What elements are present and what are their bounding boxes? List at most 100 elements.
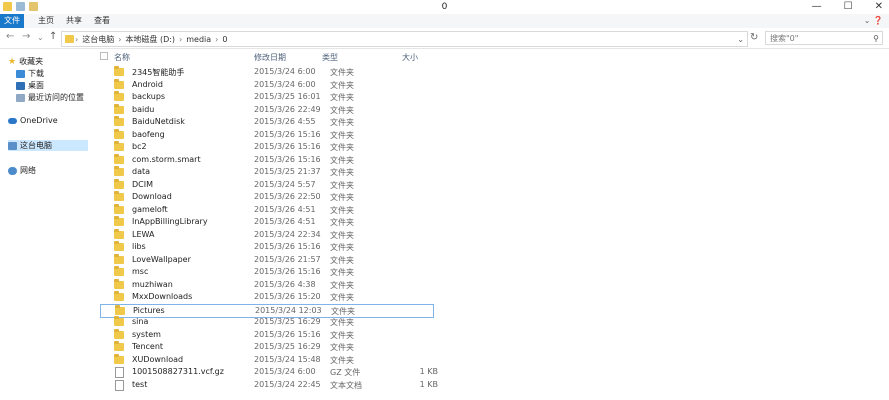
breadcrumb-media[interactable]: media <box>186 35 211 44</box>
file-name: libs <box>132 242 146 251</box>
file-row[interactable]: libs 2015/3/26 15:16 文件夹 <box>100 241 434 253</box>
file-name: LoveWallpaper <box>132 254 191 264</box>
back-button[interactable]: ← <box>6 31 14 42</box>
search-input[interactable]: 搜索"0" ⚲ <box>765 31 883 45</box>
folder-icon <box>114 153 124 164</box>
file-row[interactable]: Download 2015/3/26 22:50 文件夹 <box>100 191 434 203</box>
sidebar-item-recent[interactable]: 最近访问的位置 <box>16 92 84 103</box>
file-row[interactable]: bc2 2015/3/26 15:16 文件夹 <box>100 141 434 153</box>
file-row[interactable]: InAppBillingLibrary 2015/3/26 4:51 文件夹 <box>100 216 434 228</box>
close-button[interactable]: ✕ <box>875 1 883 12</box>
sidebar-item-desktop[interactable]: 桌面 <box>16 80 44 91</box>
file-type: 文件夹 <box>330 118 354 127</box>
file-row[interactable]: Android 2015/3/24 6:00 文件夹 <box>100 78 434 91</box>
file-type: 文件夹 <box>330 168 354 177</box>
title-bar: 0 — ☐ ✕ <box>0 0 889 14</box>
column-header-size[interactable]: 大小 <box>402 52 418 63</box>
address-bar[interactable]: › 这台电脑 › 本地磁盘 (D:) › media › 0 ⌄ <box>61 31 748 47</box>
file-row[interactable]: backups 2015/3/25 16:01 文件夹 <box>100 91 434 103</box>
sidebar-item-downloads[interactable]: 下载 <box>16 68 44 79</box>
file-row[interactable]: msc 2015/3/26 15:16 文件夹 <box>100 266 434 278</box>
file-row[interactable]: BaiduNetdisk 2015/3/26 4:55 文件夹 <box>100 116 434 128</box>
file-date: 2015/3/26 4:55 <box>254 117 316 126</box>
file-name: 2345智能助手 <box>132 68 185 77</box>
refresh-button[interactable]: ↻ <box>750 32 758 43</box>
file-date: 2015/3/26 4:51 <box>254 217 316 226</box>
computer-icon <box>8 141 17 150</box>
file-date: 2015/3/24 15:48 <box>254 354 321 364</box>
sidebar-item-this-pc[interactable]: 这台电脑 <box>8 140 88 151</box>
file-date: 2015/3/26 15:20 <box>254 292 321 301</box>
file-date: 2015/3/26 21:57 <box>254 254 321 264</box>
file-row[interactable]: baofeng 2015/3/26 15:16 文件夹 <box>100 128 434 141</box>
file-date: 2015/3/24 12:03 <box>255 305 322 315</box>
file-row[interactable]: data 2015/3/25 21:37 文件夹 <box>100 166 434 178</box>
file-row[interactable]: test 2015/3/24 22:45 文本文档 1 KB <box>100 379 438 391</box>
file-row[interactable]: Tencent 2015/3/25 16:29 文件夹 <box>100 341 434 353</box>
ribbon-expand-button[interactable]: ⌄ ❓ <box>864 16 883 25</box>
tab-share[interactable]: 共享 <box>60 14 88 28</box>
file-row[interactable]: sina 2015/3/25 16:29 文件夹 <box>100 316 434 328</box>
file-row[interactable]: LEWA 2015/3/24 22:34 文件夹 <box>100 228 434 241</box>
file-type: 文件夹 <box>330 68 354 77</box>
breadcrumb-0[interactable]: 0 <box>222 35 227 44</box>
file-row[interactable]: DCIM 2015/3/24 5:57 文件夹 <box>100 178 434 191</box>
file-type: 文件夹 <box>330 355 354 365</box>
sidebar-item-network[interactable]: 网络 <box>8 165 36 176</box>
file-name: XUDownload <box>132 354 184 364</box>
breadcrumb-local-disk[interactable]: 本地磁盘 (D:) <box>125 34 175 45</box>
select-all-checkbox[interactable] <box>100 52 108 60</box>
tab-view[interactable]: 查看 <box>88 14 116 28</box>
file-name: msc <box>132 267 149 276</box>
file-type: 文本文档 <box>330 380 362 390</box>
folder-icon <box>114 266 124 276</box>
file-row[interactable]: muzhiwan 2015/3/26 4:38 文件夹 <box>100 278 434 291</box>
folder-icon <box>114 278 124 289</box>
navigation-pane: ★ 收藏夹 下载 桌面 最近访问的位置 OneDrive 这台电脑 网络 <box>0 49 92 400</box>
file-name: Download <box>132 192 172 201</box>
file-row[interactable]: 2345智能助手 2015/3/24 6:00 文件夹 <box>100 66 434 78</box>
column-header-type[interactable]: 类型 <box>322 52 338 63</box>
file-type: 文件夹 <box>330 180 354 190</box>
file-row[interactable]: com.storm.smart 2015/3/26 15:16 文件夹 <box>100 153 434 166</box>
file-row[interactable]: XUDownload 2015/3/24 15:48 文件夹 <box>100 353 434 366</box>
address-dropdown-button[interactable]: ⌄ <box>737 35 744 44</box>
file-row[interactable]: MxxDownloads 2015/3/26 15:20 文件夹 <box>100 291 434 303</box>
file-name: Android <box>132 79 163 89</box>
file-name: InAppBillingLibrary <box>132 217 208 226</box>
file-row[interactable]: LoveWallpaper 2015/3/26 21:57 文件夹 <box>100 253 434 266</box>
folder-icon <box>114 203 124 214</box>
breadcrumb-this-pc[interactable]: 这台电脑 <box>82 34 114 45</box>
sidebar-item-onedrive[interactable]: OneDrive <box>8 116 58 125</box>
up-button[interactable]: ↑ <box>49 31 57 42</box>
forward-button[interactable]: → <box>22 31 30 42</box>
file-name: system <box>132 329 161 339</box>
file-row[interactable]: 1001508827311.vcf.gz 2015/3/24 6:00 GZ 文件 1… <box>100 366 438 378</box>
file-name: sina <box>132 317 149 326</box>
folder-icon <box>114 228 124 239</box>
minimize-button[interactable]: — <box>812 1 822 12</box>
search-icon[interactable]: ⚲ <box>873 32 879 46</box>
cloud-icon <box>8 117 17 124</box>
folder-icon <box>114 341 124 351</box>
file-row[interactable]: gameloft 2015/3/26 4:51 文件夹 <box>100 203 434 216</box>
file-icon <box>115 367 124 378</box>
sidebar-item-favorites[interactable]: ★ 收藏夹 <box>8 56 43 67</box>
recent-locations-button[interactable]: ⌄ <box>37 33 44 42</box>
column-header-name[interactable]: 名称 <box>114 52 130 63</box>
file-type: 文件夹 <box>330 343 354 352</box>
search-placeholder: 搜索"0" <box>770 34 799 43</box>
file-type: 文件夹 <box>330 155 354 165</box>
file-name: DCIM <box>132 179 154 189</box>
maximize-button[interactable]: ☐ <box>844 1 853 12</box>
file-name: bc2 <box>132 142 147 151</box>
file-date: 2015/3/25 16:29 <box>254 342 321 351</box>
column-header-date[interactable]: 修改日期 <box>254 52 286 63</box>
tab-file[interactable]: 文件 <box>0 14 24 28</box>
file-row[interactable]: baidu 2015/3/26 22:49 文件夹 <box>100 103 434 116</box>
tab-home[interactable]: 主页 <box>32 14 60 28</box>
file-row[interactable]: system 2015/3/26 15:16 文件夹 <box>100 328 434 341</box>
file-name: Pictures <box>133 305 165 315</box>
file-type: 文件夹 <box>330 93 354 102</box>
file-size: 1 KB <box>419 367 438 376</box>
